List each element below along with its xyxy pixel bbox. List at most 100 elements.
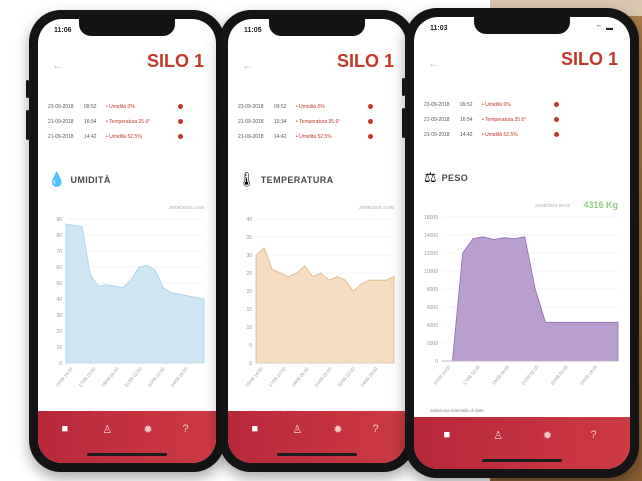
data-point <box>312 276 314 277</box>
status-time: 11:03 <box>430 25 448 32</box>
event-date: 23-09-2018 <box>238 103 264 110</box>
x-tick-label: 22/09 22:00 <box>550 364 569 386</box>
x-tick-label: 15/09 14:00 <box>55 366 74 388</box>
data-point <box>146 265 148 266</box>
data-point <box>81 226 83 228</box>
data-point <box>545 321 546 323</box>
event-time: 16:54 <box>460 116 473 123</box>
data-point <box>361 283 362 285</box>
data-point <box>353 290 354 292</box>
alert-dot-icon <box>178 119 183 124</box>
x-tick-label: 22/09 22:00 <box>337 366 356 388</box>
section-header: 💧 UMIDITÀ <box>48 171 111 188</box>
data-point <box>280 272 281 274</box>
phone-screen: 11:05 ← SILO 1 23-09-2018 09:52 • Umidità … <box>228 19 406 463</box>
area-series <box>255 247 395 364</box>
y-tick-label: 20 <box>246 289 252 295</box>
event-row: 21-09-2018 16:54 • Temperatura 25.6° <box>48 114 208 129</box>
data-point <box>90 274 91 276</box>
event-message: • Umidità 0% <box>296 103 325 110</box>
x-tick-label: 17/09 10:00 <box>268 366 287 388</box>
back-arrow-icon[interactable]: ← <box>428 56 440 70</box>
tab-bar: ■ ♙ ✹? <box>414 417 630 469</box>
phone-3: 11:03 ⌔ ▬ ← SILO 1 23-09-2018 09:52 • Umid… <box>402 8 639 478</box>
event-message: • Umidità 52.5% <box>106 133 142 140</box>
user-tab-icon[interactable]: ♙ <box>102 423 112 436</box>
event-message: • Umidità 0% <box>482 101 511 108</box>
data-point <box>524 236 526 238</box>
help-tab-icon[interactable]: ? <box>373 423 379 435</box>
data-point <box>617 321 619 323</box>
help-tab-icon[interactable]: ? <box>183 423 189 435</box>
x-tick-label: 19/09 06:00 <box>101 366 120 388</box>
data-point <box>296 272 297 274</box>
x-tick-label: 24/09 18:00 <box>360 366 379 388</box>
data-point <box>171 292 172 293</box>
silos-tab-icon[interactable]: ■ <box>251 423 258 435</box>
data-point <box>344 279 346 281</box>
help-tab-icon[interactable]: ? <box>590 429 596 441</box>
thermometer-icon: 🌡 <box>238 171 256 187</box>
data-point <box>203 298 205 300</box>
side-button <box>26 110 29 140</box>
y-tick-label: 0 <box>249 361 252 367</box>
user-tab-icon[interactable]: ♙ <box>292 423 302 436</box>
data-point <box>393 276 395 277</box>
y-tick-label: 12000 <box>424 251 438 257</box>
data-point <box>130 279 132 281</box>
event-date: 21-09-2018 <box>48 133 74 140</box>
back-arrow-icon[interactable]: ← <box>242 58 254 72</box>
side-button <box>216 110 219 140</box>
x-tick-label: 21/09 02:00 <box>124 366 143 388</box>
event-row: 21-09-2018 15:34 • Temperatura 25.6° <box>238 114 398 129</box>
x-tick-label: 24/09 18:00 <box>170 366 189 388</box>
event-date: 21-09-2018 <box>424 116 450 123</box>
y-tick-label: 90 <box>56 217 62 223</box>
event-time: 14:42 <box>460 131 473 138</box>
event-date: 21-09-2018 <box>238 133 264 140</box>
settings-tab-icon[interactable]: ✹ <box>543 429 552 442</box>
event-message: • Umidità 0% <box>106 103 135 110</box>
event-message: • Temperatura 25.6° <box>296 118 341 125</box>
data-point <box>304 265 306 267</box>
alert-dot-icon <box>178 104 183 109</box>
back-arrow-icon[interactable]: ← <box>52 58 64 72</box>
chart: 0 10 20 30 40 50 60 70 80 90 15/09 14:00 17/09 10:0… <box>38 199 216 419</box>
scale-icon: ⚖ <box>424 169 437 185</box>
data-point <box>555 321 557 323</box>
silos-tab-icon[interactable]: ■ <box>444 429 451 441</box>
data-point <box>377 279 379 281</box>
data-point <box>493 239 495 240</box>
event-row: 23-09-2018 09:52 • Umidità 0% <box>48 99 208 114</box>
data-point <box>73 225 75 226</box>
y-tick-label: 35 <box>246 235 252 241</box>
phone-screen: 11:06 ← SILO 1 23-09-2018 09:52 • Umidità … <box>38 19 216 463</box>
user-tab-icon[interactable]: ♙ <box>493 429 503 442</box>
y-tick-label: 2000 <box>427 341 438 347</box>
y-tick-label: 80 <box>56 233 62 239</box>
home-indicator <box>87 453 167 456</box>
section-header: ⚖ PESO <box>424 169 468 186</box>
silos-tab-icon[interactable]: ■ <box>61 423 68 435</box>
x-tick-label: 17/09 10:00 <box>78 366 97 388</box>
status-icons: ⌔ ▬ <box>595 25 614 32</box>
data-point <box>336 276 338 277</box>
last-reading-time: 26/09/2018 14:00 <box>359 205 395 210</box>
side-button <box>402 78 405 96</box>
area-series <box>442 236 619 362</box>
alert-dot-icon <box>368 104 373 109</box>
alert-dot-icon <box>368 134 373 139</box>
home-indicator <box>482 459 562 462</box>
last-reading-time: 26/09/2018 14:00 <box>169 205 205 210</box>
y-tick-label: 14000 <box>424 233 438 239</box>
settings-tab-icon[interactable]: ✹ <box>143 423 152 436</box>
chart-svg: 0 5 10 15 20 25 30 35 40 15/09 14:00 17/09 10:00 19… <box>245 205 395 388</box>
y-tick-label: 40 <box>246 217 252 223</box>
settings-tab-icon[interactable]: ✹ <box>333 423 342 436</box>
event-time: 09:52 <box>460 101 473 108</box>
data-point <box>263 247 265 249</box>
event-time: 15:34 <box>274 118 287 125</box>
data-point <box>586 321 588 323</box>
data-point <box>596 321 598 323</box>
y-tick-label: 0 <box>435 359 438 365</box>
